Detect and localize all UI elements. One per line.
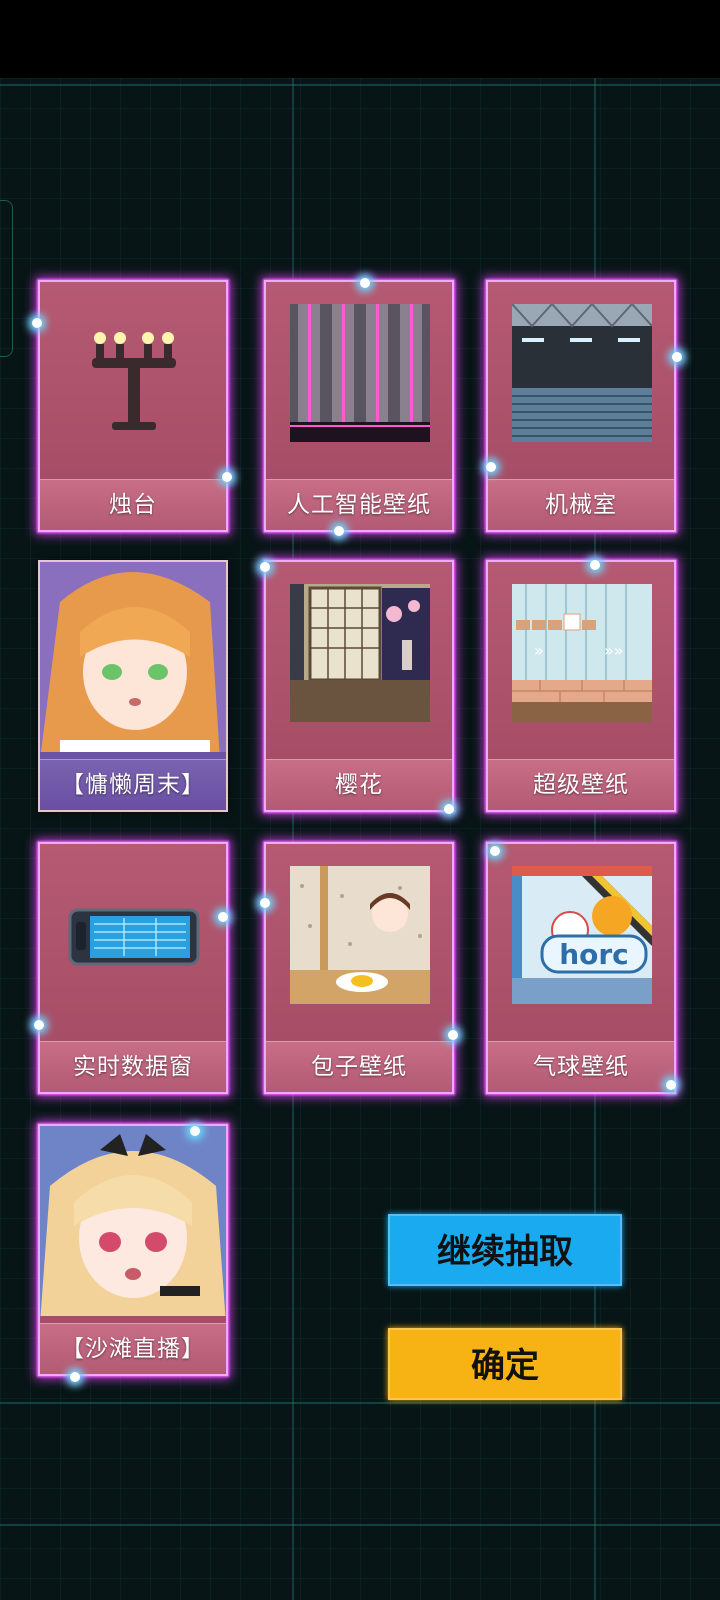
grid-line <box>0 84 720 86</box>
reward-card-candelabra[interactable]: 烛台 <box>38 280 228 532</box>
card-label: 人工智能壁纸 <box>266 479 452 530</box>
sparkle-effect <box>34 1020 44 1030</box>
sparkle-effect <box>672 352 682 362</box>
sparkle-effect <box>218 912 228 922</box>
grid-line <box>0 1402 720 1404</box>
sparkle-effect <box>70 1372 80 1382</box>
continue-draw-button[interactable]: 继续抽取 <box>388 1214 622 1286</box>
japanese-room-art <box>290 584 430 722</box>
card-label: 机械室 <box>488 479 674 530</box>
reward-card-mechanical-room[interactable]: 机械室 <box>486 280 676 532</box>
card-label: 包子壁纸 <box>266 1041 452 1092</box>
svg-text:»»: »» <box>604 641 624 660</box>
balloon-room-logo-text: horc <box>559 938 629 971</box>
sparkle-effect <box>190 1126 200 1136</box>
reward-card-balloon-wallpaper[interactable]: horc 气球壁纸 <box>486 842 676 1094</box>
reward-card-sakura[interactable]: 樱花 <box>264 560 454 812</box>
reward-card-super-wallpaper[interactable]: » »» 超级壁纸 <box>486 560 676 812</box>
confirm-button[interactable]: 确定 <box>388 1328 622 1400</box>
card-label: 气球壁纸 <box>488 1041 674 1092</box>
sparkle-effect <box>360 278 370 288</box>
sparkle-effect <box>486 462 496 472</box>
sparkle-effect <box>448 1030 458 1040</box>
neon-pillars-art <box>290 304 430 442</box>
svg-text:»: » <box>534 641 544 660</box>
reward-card-bun-wallpaper[interactable]: 包子壁纸 <box>264 842 454 1094</box>
side-drawer-handle[interactable] <box>0 200 13 357</box>
sparkle-effect <box>260 898 270 908</box>
card-label: 烛台 <box>40 479 226 530</box>
card-label: 超级壁纸 <box>488 759 674 810</box>
card-label: 实时数据窗 <box>40 1041 226 1092</box>
sparkle-effect <box>222 472 232 482</box>
card-label: 【慵懒周末】 <box>40 759 226 810</box>
sparkle-effect <box>666 1080 676 1090</box>
card-label: 【沙滩直播】 <box>40 1323 226 1374</box>
sparkle-effect <box>32 318 42 328</box>
status-bar <box>0 0 720 78</box>
sparkle-effect <box>260 562 270 572</box>
reward-card-realtime-data[interactable]: 实时数据窗 <box>38 842 228 1094</box>
reward-card-lazy-weekend[interactable]: 【慵懒周末】 <box>38 560 228 812</box>
grid-line <box>0 1524 720 1526</box>
card-label: 樱花 <box>266 759 452 810</box>
sparkle-effect <box>334 526 344 536</box>
orange-hair-girl-portrait <box>40 562 226 752</box>
candelabra-art <box>64 304 204 442</box>
blonde-girl-portrait <box>40 1126 226 1316</box>
brick-room-art: » »» <box>512 584 652 722</box>
sparkle-effect <box>490 846 500 856</box>
mechanical-room-art <box>512 304 652 442</box>
reward-card-beach-live[interactable]: 【沙滩直播】 <box>38 1124 228 1376</box>
data-panel-art <box>64 866 204 1004</box>
egg-room-art <box>290 866 430 1004</box>
sparkle-effect <box>444 804 454 814</box>
sparkle-effect <box>590 560 600 570</box>
balloon-room-art: horc <box>512 866 652 1004</box>
reward-card-ai-wallpaper[interactable]: 人工智能壁纸 <box>264 280 454 532</box>
